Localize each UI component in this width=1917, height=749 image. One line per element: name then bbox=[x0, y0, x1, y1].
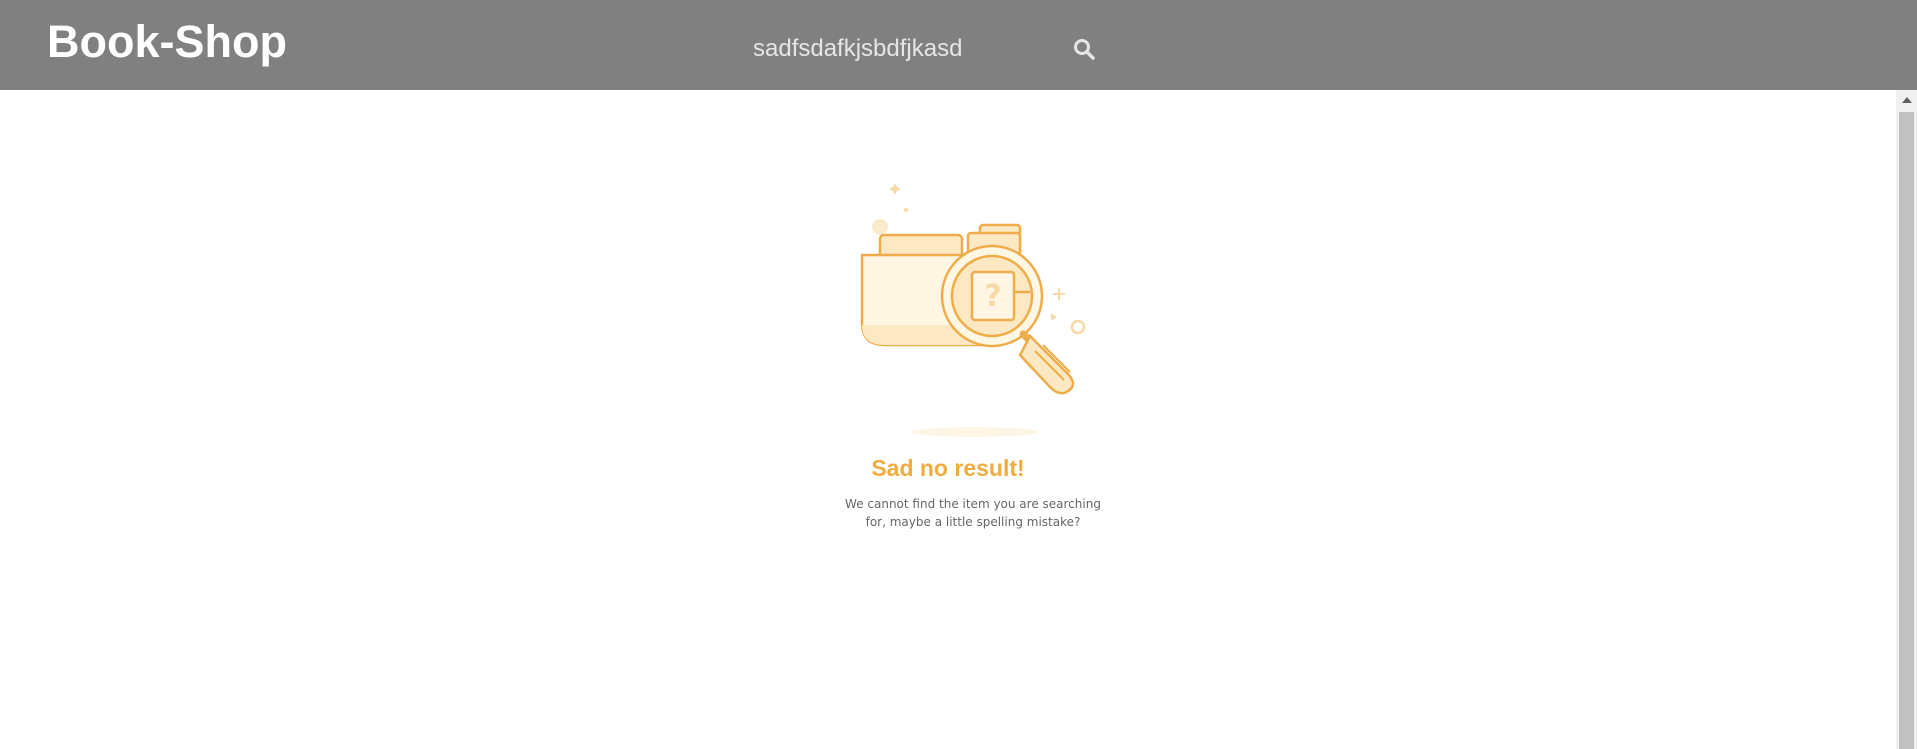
illustration-shadow bbox=[911, 427, 1039, 437]
magnifier-icon: ? bbox=[940, 244, 1075, 395]
empty-state-message: We cannot find the item you are searchin… bbox=[845, 497, 1101, 529]
vertical-scrollbar[interactable] bbox=[1896, 90, 1917, 749]
scroll-up-arrow-icon[interactable] bbox=[1896, 90, 1917, 110]
brand-logo[interactable]: Book-Shop bbox=[47, 18, 287, 66]
svg-text:?: ? bbox=[984, 279, 1001, 314]
top-navbar: Book-Shop bbox=[0, 0, 1917, 90]
folder-magnifier-illustration: ? bbox=[860, 183, 1086, 437]
empty-state-title: Sad no result! bbox=[871, 455, 1025, 481]
search-input[interactable] bbox=[745, 30, 1065, 68]
scroll-thumb[interactable] bbox=[1899, 112, 1914, 749]
search-icon bbox=[1074, 39, 1095, 60]
search-button[interactable] bbox=[1068, 33, 1100, 65]
